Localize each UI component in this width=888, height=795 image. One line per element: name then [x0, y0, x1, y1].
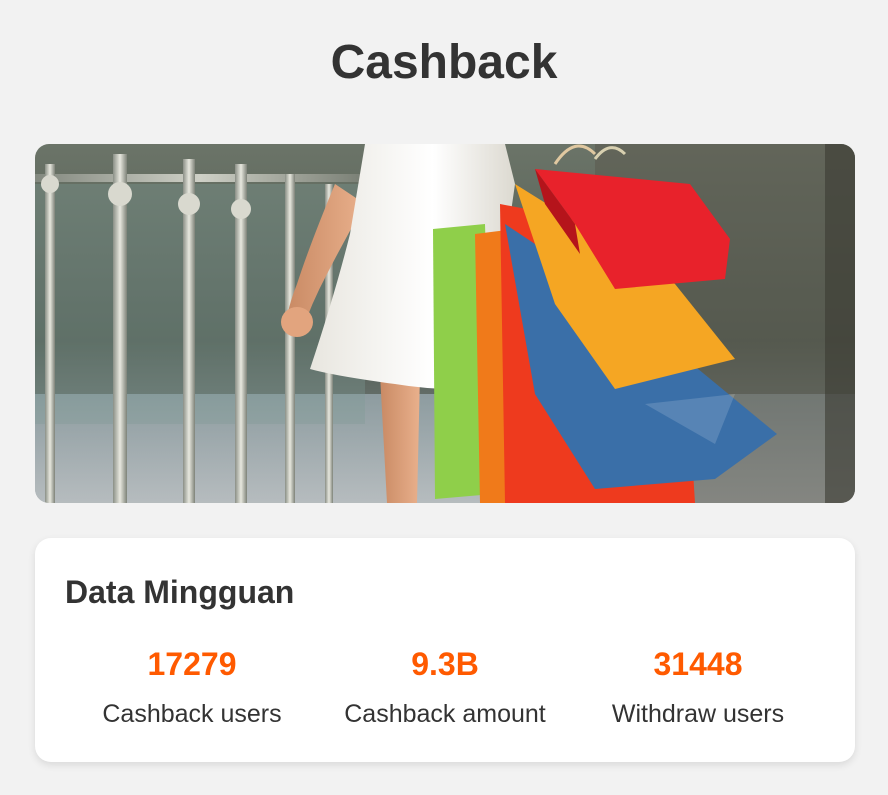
weekly-data-title: Data Mingguan: [65, 574, 295, 610]
banner-image[interactable]: [35, 144, 855, 503]
page-title: Cashback: [330, 36, 558, 89]
stat-value: 17279: [147, 646, 237, 682]
stat-value: 31448: [653, 646, 743, 682]
weekly-data-card: Data Mingguan 17279 Cashback users 9.3B …: [35, 538, 855, 762]
stat-label: Withdraw users: [611, 700, 785, 728]
shopping-bags-illustration: [35, 144, 855, 503]
stat-withdraw-users: 31448 Withdraw users: [568, 640, 828, 734]
stat-cashback-users: 17279 Cashback users: [62, 640, 322, 734]
stat-cashback-amount: 9.3B Cashback amount: [315, 640, 575, 734]
stat-label: Cashback users: [102, 700, 282, 728]
stat-label: Cashback amount: [344, 700, 546, 728]
cashback-page: Cashback Data Mingguan 17279 Cashback us…: [0, 0, 888, 795]
stat-value: 9.3B: [411, 646, 479, 682]
